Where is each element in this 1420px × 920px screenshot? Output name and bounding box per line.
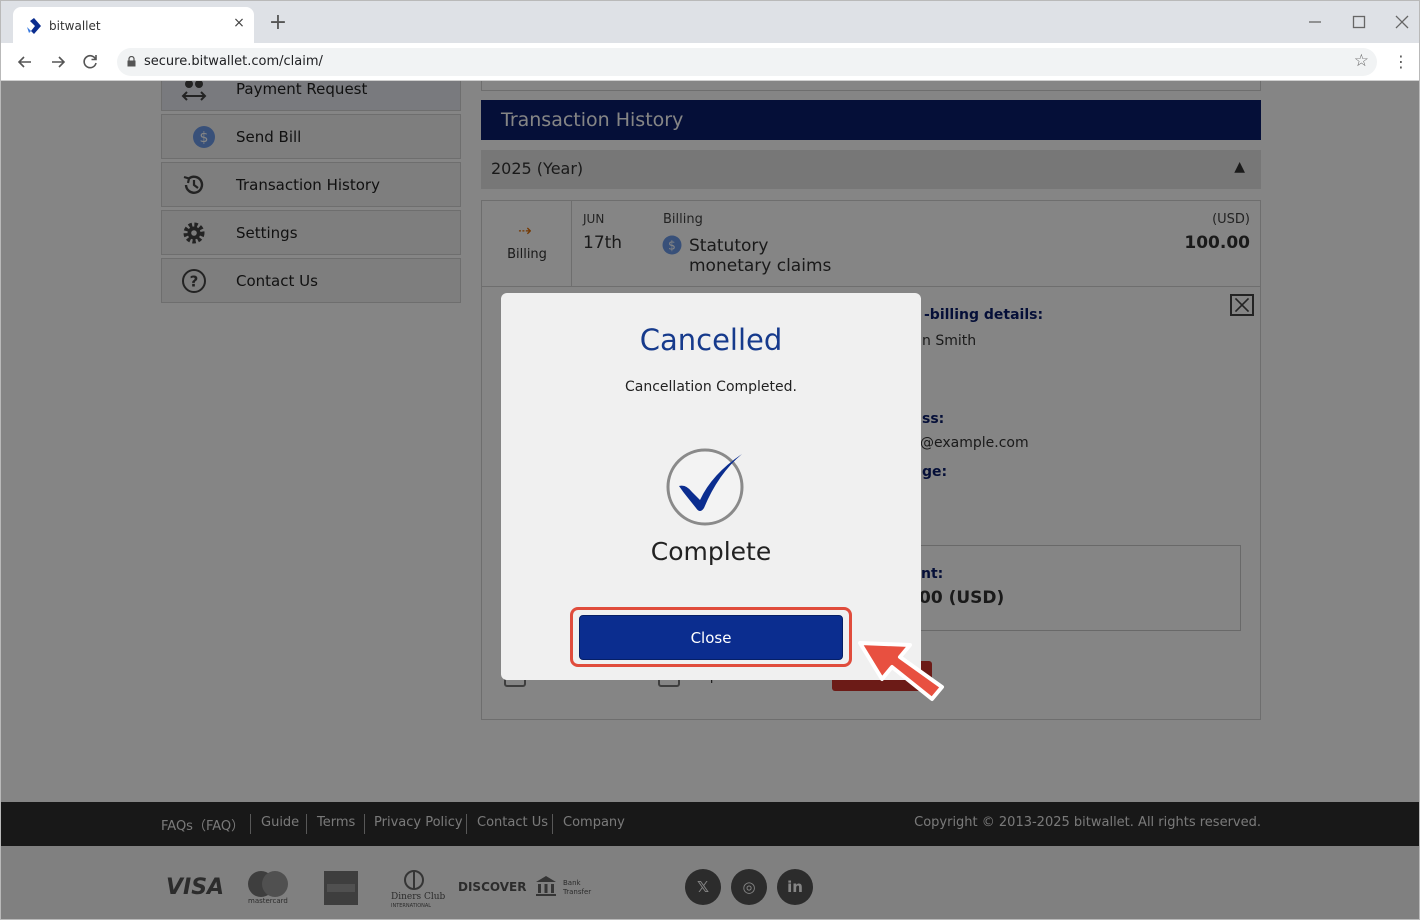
close-button[interactable]: Close [579,615,843,660]
url-text: secure.bitwallet.com/claim/ [144,54,323,69]
address-bar[interactable]: secure.bitwallet.com/claim/ ☆ [117,48,1377,76]
checkmark-icon [666,448,744,526]
bitwallet-favicon-icon [27,18,41,34]
window-close-icon[interactable] [1393,13,1411,31]
tab-title: bitwallet [49,19,101,33]
minimize-icon[interactable] [1306,13,1324,31]
reload-icon[interactable] [79,51,101,73]
browser-toolbar: secure.bitwallet.com/claim/ ☆ ⋮ [1,43,1419,81]
forward-icon[interactable] [47,51,69,73]
dialog-title: Cancelled [639,323,783,357]
tab-close-icon[interactable]: × [232,15,246,31]
browser-menu-icon[interactable]: ⋮ [1391,51,1411,73]
browser-tab[interactable]: bitwallet × [13,7,254,43]
tab-bar: bitwallet × + [1,1,1419,43]
back-icon[interactable] [14,51,36,73]
bookmark-star-icon[interactable]: ☆ [1354,51,1369,71]
pointer-arrow-icon [858,641,944,701]
dialog-message: Cancellation Completed. [625,379,797,395]
browser-window: bitwallet × + secure.bitwallet.com/claim… [0,0,1420,920]
lock-icon [127,56,136,67]
dialog-status: Complete [650,537,772,566]
new-tab-icon[interactable]: + [267,12,289,34]
maximize-icon[interactable] [1350,13,1368,31]
